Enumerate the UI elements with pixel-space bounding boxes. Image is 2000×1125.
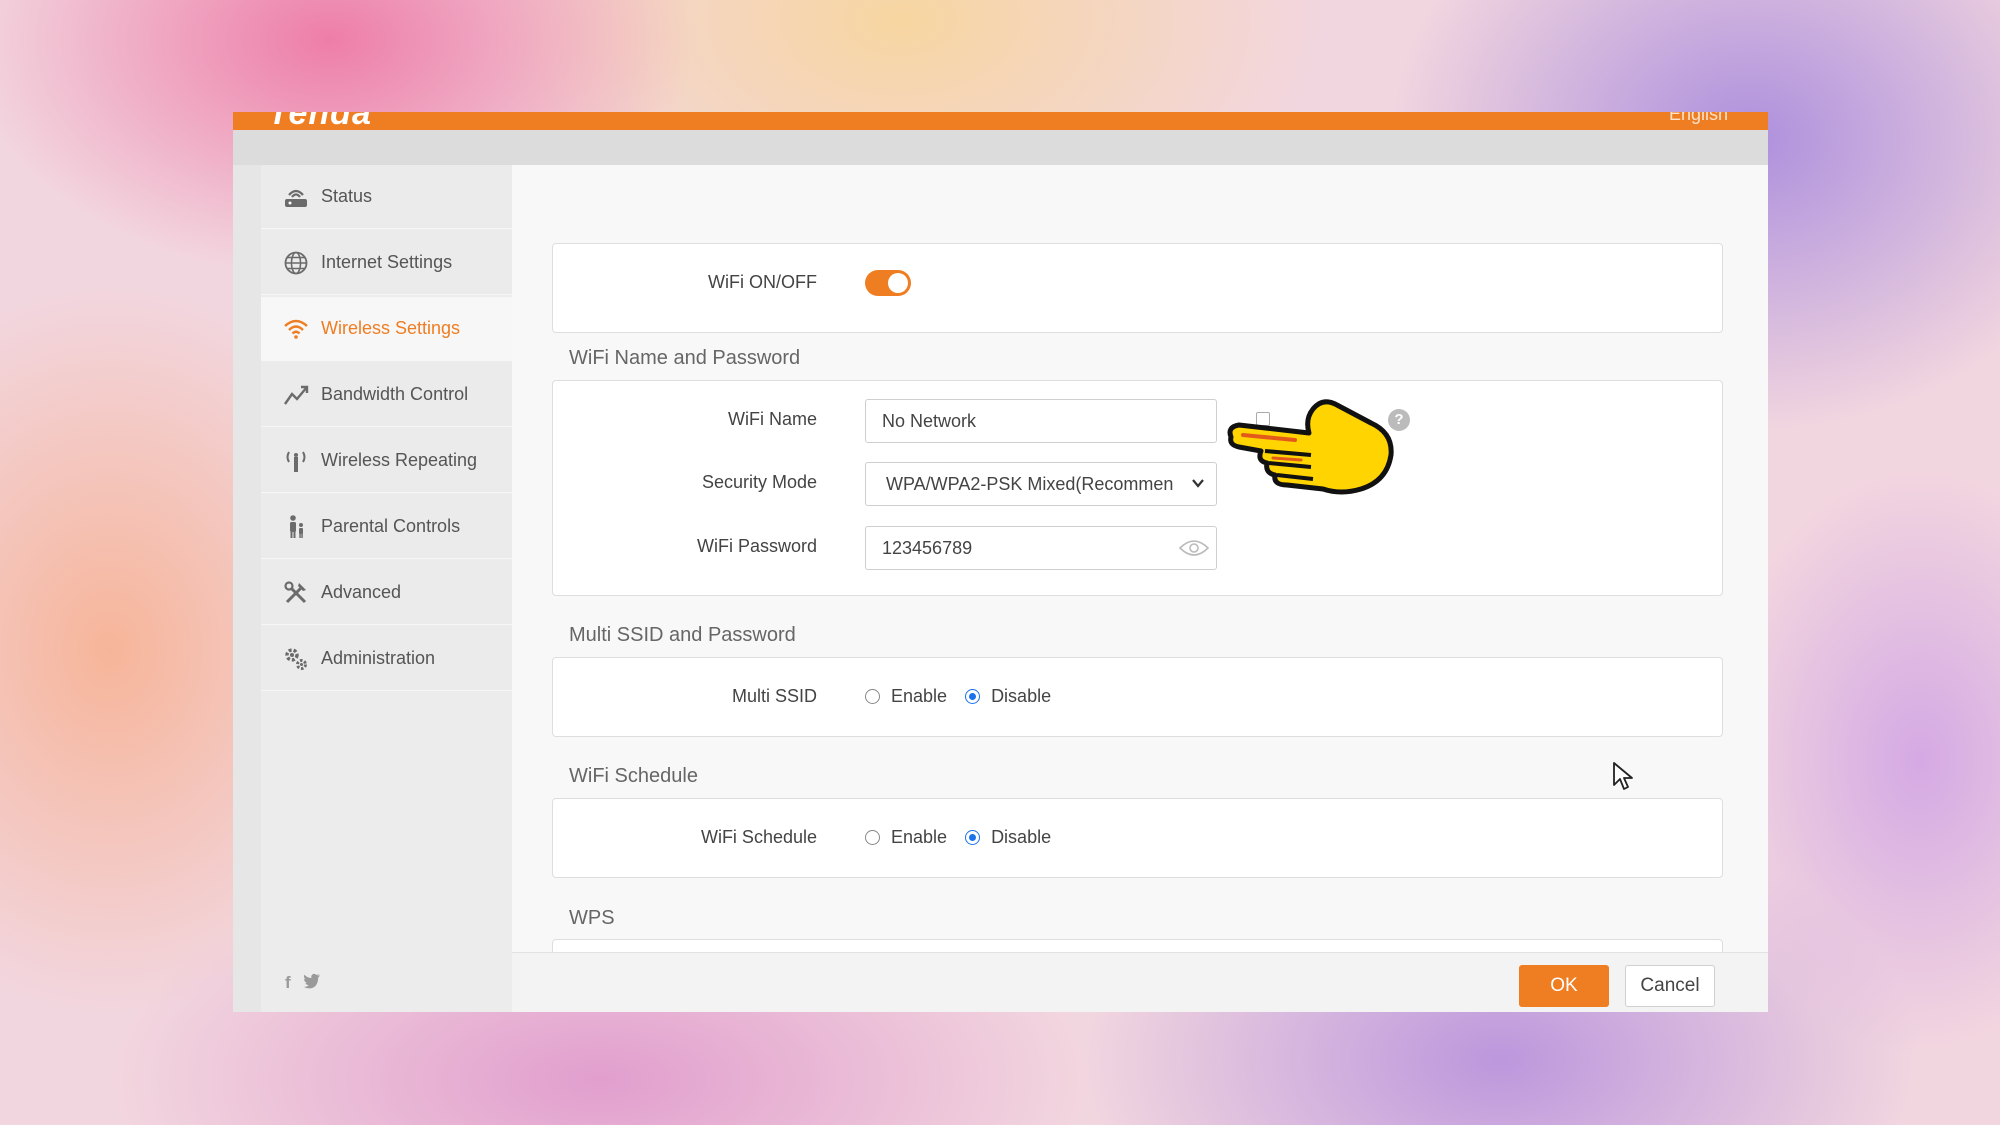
sidebar-item-label: Internet Settings bbox=[321, 252, 453, 272]
sidebar-item-parental-controls[interactable]: Parental Controls bbox=[261, 495, 512, 559]
social-links: f bbox=[285, 973, 321, 994]
sidebar-item-label: Status bbox=[321, 186, 373, 206]
toggle-knob bbox=[888, 273, 908, 293]
sidebar-item-label: Wireless Settings bbox=[321, 318, 461, 338]
ok-button[interactable]: OK bbox=[1519, 965, 1609, 1007]
antenna-icon bbox=[281, 446, 311, 476]
wifi-schedule-label: WiFi Schedule bbox=[700, 827, 817, 847]
eye-icon[interactable] bbox=[1178, 537, 1210, 564]
wifi-schedule-enable-radio[interactable] bbox=[865, 830, 880, 845]
radio-label-enable: Enable bbox=[891, 686, 948, 706]
security-mode-label: Security Mode bbox=[701, 472, 817, 492]
wifi-password-input[interactable]: 123456789 bbox=[865, 526, 1217, 570]
section-title-wifi-name-password: WiFi Name and Password bbox=[569, 347, 801, 369]
header-spacer bbox=[233, 130, 1768, 165]
brand-logo: Tenda bbox=[268, 112, 372, 130]
section-title-multi-ssid: Multi SSID and Password bbox=[569, 624, 796, 646]
twitter-icon[interactable] bbox=[303, 973, 321, 994]
chart-line-icon bbox=[281, 380, 311, 410]
globe-icon bbox=[281, 248, 311, 278]
multi-ssid-label: Multi SSID bbox=[731, 686, 817, 706]
wifi-name-input[interactable]: No Network bbox=[865, 399, 1217, 443]
router-icon bbox=[281, 182, 311, 212]
parent-child-icon bbox=[281, 512, 311, 542]
multi-ssid-disable-radio[interactable] bbox=[965, 689, 981, 704]
sidebar-item-administration[interactable]: Administration bbox=[261, 627, 512, 691]
security-mode-select[interactable]: WPA/WPA2-PSK Mixed(Recommen bbox=[865, 462, 1217, 506]
multi-ssid-panel: Multi SSID Enable Disable bbox=[552, 657, 1723, 737]
sidebar-item-bandwidth-control[interactable]: Bandwidth Control bbox=[261, 363, 512, 427]
sidebar-item-advanced[interactable]: Advanced bbox=[261, 561, 512, 625]
chevron-down-icon bbox=[1190, 475, 1206, 496]
radio-label-disable: Disable bbox=[991, 686, 1052, 706]
wifi-password-value: 123456789 bbox=[882, 537, 973, 558]
sidebar-item-wireless-repeating[interactable]: Wireless Repeating bbox=[261, 429, 512, 493]
cancel-button[interactable]: Cancel bbox=[1625, 965, 1715, 1007]
pointing-hand-icon bbox=[1225, 385, 1405, 510]
sidebar: Status Internet Settings Wireless Settin… bbox=[261, 165, 512, 1012]
sidebar-item-status[interactable]: Status bbox=[261, 165, 512, 229]
wifi-schedule-panel: WiFi Schedule Enable Disable bbox=[552, 798, 1723, 878]
sidebar-item-label: Wireless Repeating bbox=[321, 450, 478, 470]
wifi-onoff-toggle[interactable] bbox=[865, 270, 911, 296]
sidebar-item-wireless-settings[interactable]: Wireless Settings bbox=[261, 297, 512, 361]
gears-icon bbox=[281, 644, 311, 674]
wifi-password-label: WiFi Password bbox=[696, 536, 817, 556]
wifi-schedule-disable-radio[interactable] bbox=[965, 830, 981, 845]
mouse-cursor-icon bbox=[1612, 761, 1634, 796]
multi-ssid-radio-group: Enable Disable bbox=[865, 686, 1069, 707]
main-content: WiFi ON/OFF WiFi Name and Password WiFi … bbox=[512, 165, 1768, 1012]
wifi-name-label: WiFi Name bbox=[728, 409, 817, 429]
wifi-onoff-panel: WiFi ON/OFF bbox=[552, 243, 1723, 333]
top-header-bar: Tenda English bbox=[233, 112, 1768, 130]
sidebar-item-internet-settings[interactable]: Internet Settings bbox=[261, 231, 512, 295]
language-selector[interactable]: English bbox=[1669, 112, 1728, 125]
wifi-icon bbox=[281, 314, 311, 344]
wifi-name-password-panel: WiFi Name No Network Security Mode WPA/W… bbox=[552, 380, 1723, 596]
section-title-wps: WPS bbox=[569, 907, 615, 929]
router-admin-window: Tenda English Status Internet Settings W… bbox=[233, 112, 1768, 1012]
sidebar-item-label: Parental Controls bbox=[321, 516, 461, 536]
sidebar-item-label: Administration bbox=[321, 648, 436, 668]
facebook-icon[interactable]: f bbox=[285, 973, 291, 994]
multi-ssid-enable-radio[interactable] bbox=[865, 689, 880, 704]
action-footer: OK Cancel bbox=[512, 952, 1768, 1012]
section-title-wifi-schedule: WiFi Schedule bbox=[569, 765, 698, 787]
security-mode-value: WPA/WPA2-PSK Mixed(Recommen bbox=[886, 473, 1174, 494]
sidebar-item-label: Bandwidth Control bbox=[321, 384, 469, 404]
tools-icon bbox=[281, 578, 311, 608]
sidebar-item-label: Advanced bbox=[321, 582, 402, 602]
wifi-onoff-label: WiFi ON/OFF bbox=[708, 272, 817, 292]
radio-label-disable: Disable bbox=[991, 827, 1052, 847]
radio-label-enable: Enable bbox=[891, 827, 948, 847]
wifi-schedule-radio-group: Enable Disable bbox=[865, 827, 1069, 848]
